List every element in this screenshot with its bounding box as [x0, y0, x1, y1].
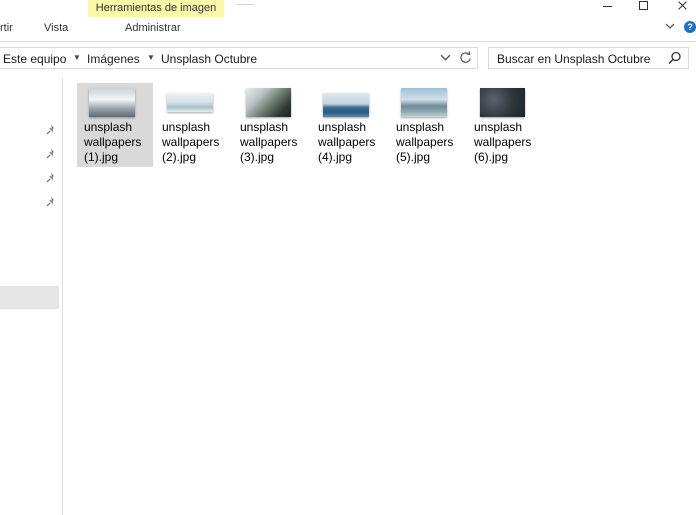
- help-icon[interactable]: ?: [684, 21, 696, 33]
- file-name: unsplash wallpapers (4).jpg: [318, 120, 384, 165]
- chevron-down-icon[interactable]: [665, 21, 675, 34]
- minimize-button[interactable]: [596, 0, 620, 14]
- image-thumbnail: [167, 93, 213, 112]
- file-name-line: (3).jpg: [240, 150, 275, 164]
- file-tile[interactable]: unsplash wallpapers (1).jpg: [77, 83, 153, 167]
- pin-icon[interactable]: [45, 124, 57, 136]
- file-name: unsplash wallpapers (5).jpg: [396, 120, 462, 165]
- chevron-down-icon[interactable]: [440, 52, 451, 66]
- file-name-line: unsplash: [84, 120, 133, 134]
- maximize-button[interactable]: [632, 0, 656, 14]
- image-thumbnail: [323, 93, 369, 117]
- breadcrumb-chevron-icon[interactable]: ▼: [73, 53, 81, 62]
- search-icon[interactable]: [668, 51, 682, 65]
- file-tile[interactable]: unsplash wallpapers (2).jpg: [155, 83, 231, 167]
- file-name: unsplash wallpapers (3).jpg: [240, 120, 306, 165]
- search-input[interactable]: Buscar en Unsplash Octubre: [488, 47, 689, 69]
- close-button[interactable]: [670, 0, 694, 14]
- file-name-line: (1).jpg: [84, 150, 119, 164]
- refresh-icon[interactable]: [459, 51, 472, 67]
- file-name-line: wallpapers: [240, 135, 298, 149]
- tab-compartir[interactable]: rtir: [0, 22, 13, 34]
- title-divider: [236, 4, 254, 5]
- file-name-line: wallpapers: [162, 135, 220, 149]
- breadcrumb-unsplash-octubre[interactable]: Unsplash Octubre: [161, 52, 257, 66]
- breadcrumb-imagenes[interactable]: Imágenes: [87, 52, 140, 66]
- context-tab-image-tools[interactable]: Herramientas de imagen: [88, 0, 224, 17]
- tab-administrar[interactable]: Administrar: [125, 22, 181, 34]
- search-placeholder: Buscar en Unsplash Octubre: [497, 52, 651, 66]
- pin-icon[interactable]: [45, 172, 57, 184]
- file-name-line: wallpapers: [84, 135, 142, 149]
- tab-vista[interactable]: Vista: [44, 22, 68, 34]
- navigation-pane[interactable]: [0, 78, 63, 515]
- file-tile[interactable]: unsplash wallpapers (3).jpg: [233, 83, 309, 167]
- nav-item-selected[interactable]: [0, 286, 59, 309]
- pin-icon[interactable]: [45, 148, 57, 160]
- file-tile[interactable]: unsplash wallpapers (4).jpg: [311, 83, 387, 167]
- file-list[interactable]: unsplash wallpapers (1).jpg unsplash wal…: [70, 78, 696, 515]
- breadcrumb-este-equipo[interactable]: Este equipo: [3, 52, 66, 66]
- file-name-line: unsplash: [318, 120, 367, 134]
- file-name-line: unsplash: [162, 120, 211, 134]
- file-name: unsplash wallpapers (6).jpg: [474, 120, 540, 165]
- image-thumbnail: [401, 88, 447, 117]
- file-name-line: (2).jpg: [162, 150, 197, 164]
- image-thumbnail: [89, 88, 135, 117]
- file-name-line: unsplash: [396, 120, 445, 134]
- file-name: unsplash wallpapers (1).jpg: [84, 120, 150, 165]
- ribbon-divider: [0, 41, 696, 42]
- pin-icon[interactable]: [45, 196, 57, 208]
- file-name: unsplash wallpapers (2).jpg: [162, 120, 228, 165]
- image-thumbnail: [480, 88, 525, 117]
- address-row: Este equipo ▼ Imágenes ▼ Unsplash Octubr…: [0, 47, 696, 72]
- file-tile[interactable]: unsplash wallpapers (5).jpg: [389, 83, 465, 167]
- file-name-line: wallpapers: [474, 135, 532, 149]
- file-name-line: (6).jpg: [474, 150, 509, 164]
- file-name-line: (5).jpg: [396, 150, 431, 164]
- image-thumbnail: [246, 88, 291, 117]
- file-name-line: wallpapers: [318, 135, 376, 149]
- file-tile[interactable]: unsplash wallpapers (6).jpg: [467, 83, 543, 167]
- file-name-line: wallpapers: [396, 135, 454, 149]
- file-name-line: unsplash: [240, 120, 289, 134]
- ribbon-tabs: rtir Vista Administrar ?: [0, 17, 696, 41]
- breadcrumb-chevron-icon[interactable]: ▼: [147, 53, 155, 62]
- file-name-line: (4).jpg: [318, 150, 353, 164]
- title-bar: Herramientas de imagen: [0, 0, 696, 17]
- address-bar[interactable]: Este equipo ▼ Imágenes ▼ Unsplash Octubr…: [0, 47, 478, 69]
- file-name-line: unsplash: [474, 120, 523, 134]
